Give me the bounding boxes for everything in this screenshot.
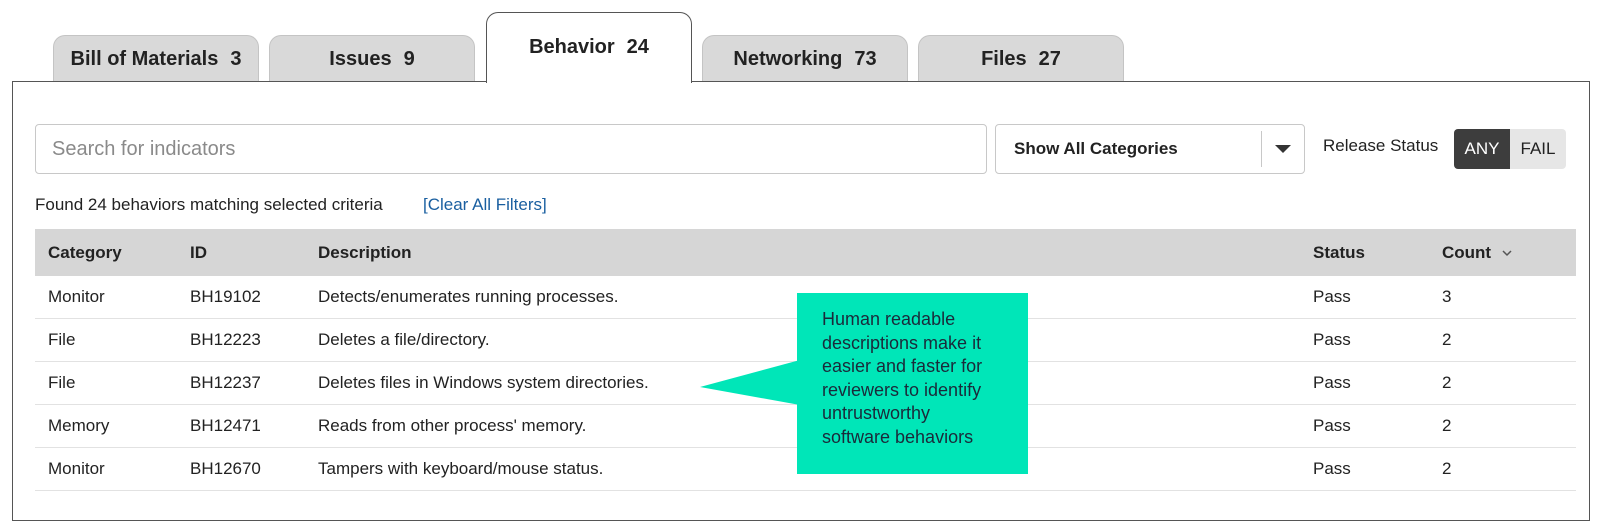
tab-issues[interactable]: Issues 9	[269, 35, 475, 82]
cell-count: 2	[1442, 459, 1452, 478]
tab-files[interactable]: Files 27	[918, 35, 1124, 82]
release-status-toggle: ANY FAIL	[1454, 129, 1566, 169]
column-header-count[interactable]: Count	[1442, 243, 1576, 263]
callout-annotation: Human readable descriptions make it easi…	[797, 293, 1028, 474]
caret-down-icon[interactable]	[1261, 131, 1304, 167]
tab-label: Networking	[733, 47, 843, 70]
cell-category: Monitor	[48, 459, 105, 478]
column-header-description[interactable]: Description	[318, 243, 1313, 263]
callout-line: easier and faster for	[822, 356, 983, 376]
tab-label: Behavior	[529, 36, 615, 58]
cell-status: Pass	[1313, 373, 1351, 392]
tab-count: 3	[230, 47, 242, 70]
chevron-down-icon[interactable]	[1501, 247, 1513, 259]
cell-id: BH19102	[190, 287, 261, 306]
category-select-value: Show All Categories	[1014, 139, 1178, 158]
table-header: Category ID Description Status Count	[35, 229, 1576, 276]
cell-count: 2	[1442, 373, 1452, 392]
cell-id: BH12471	[190, 416, 261, 435]
tab-label: Bill of Materials	[70, 47, 219, 70]
tab-count: 73	[854, 47, 877, 70]
column-header-status[interactable]: Status	[1313, 243, 1442, 263]
cell-category: File	[48, 330, 76, 349]
results-summary: Found 24 behaviors matching selected cri…	[35, 195, 383, 214]
column-header-id[interactable]: ID	[190, 243, 318, 263]
search-input[interactable]	[35, 124, 987, 174]
category-select[interactable]: Show All Categories	[995, 124, 1305, 174]
column-header-category[interactable]: Category	[35, 243, 190, 263]
callout-line: software behaviors	[822, 426, 974, 447]
tab-label: Files	[981, 47, 1027, 70]
tab-networking[interactable]: Networking 73	[702, 35, 908, 82]
tab-bar: Bill of Materials 3 Issues 9 Behavior 24…	[0, 0, 1600, 83]
callout-line: Human readable	[822, 309, 956, 329]
cell-id: BH12223	[190, 330, 261, 349]
tab-count: 27	[1038, 47, 1061, 70]
callout-line: untrustworthy	[822, 403, 931, 423]
callout-line: descriptions make it	[822, 332, 982, 353]
cell-status: Pass	[1313, 287, 1351, 306]
tab-label: Issues	[329, 47, 392, 70]
cell-category: Monitor	[48, 287, 105, 306]
cell-count: 2	[1442, 416, 1452, 435]
release-status-fail-button[interactable]: FAIL	[1510, 129, 1566, 169]
release-status-any-button[interactable]: ANY	[1454, 129, 1510, 169]
column-header-count-label: Count	[1442, 242, 1492, 262]
tab-count: 24	[626, 36, 649, 58]
callout-line: reviewers to identify	[822, 379, 982, 400]
cell-status: Pass	[1313, 416, 1351, 435]
cell-count: 2	[1442, 330, 1452, 349]
tab-bill-of-materials[interactable]: Bill of Materials 3	[53, 35, 259, 82]
callout-pointer	[700, 360, 800, 405]
cell-id: BH12237	[190, 373, 261, 392]
cell-category: File	[48, 373, 76, 392]
tab-behavior[interactable]: Behavior 24	[486, 12, 692, 83]
cell-category: Memory	[48, 416, 110, 435]
tab-count: 9	[403, 47, 415, 70]
cell-status: Pass	[1313, 330, 1351, 349]
cell-id: BH12670	[190, 459, 261, 478]
clear-filters-link[interactable]: [Clear All Filters]	[423, 195, 547, 215]
release-status-label: Release Status	[1323, 136, 1439, 155]
cell-status: Pass	[1313, 459, 1351, 478]
cell-count: 3	[1442, 287, 1452, 306]
